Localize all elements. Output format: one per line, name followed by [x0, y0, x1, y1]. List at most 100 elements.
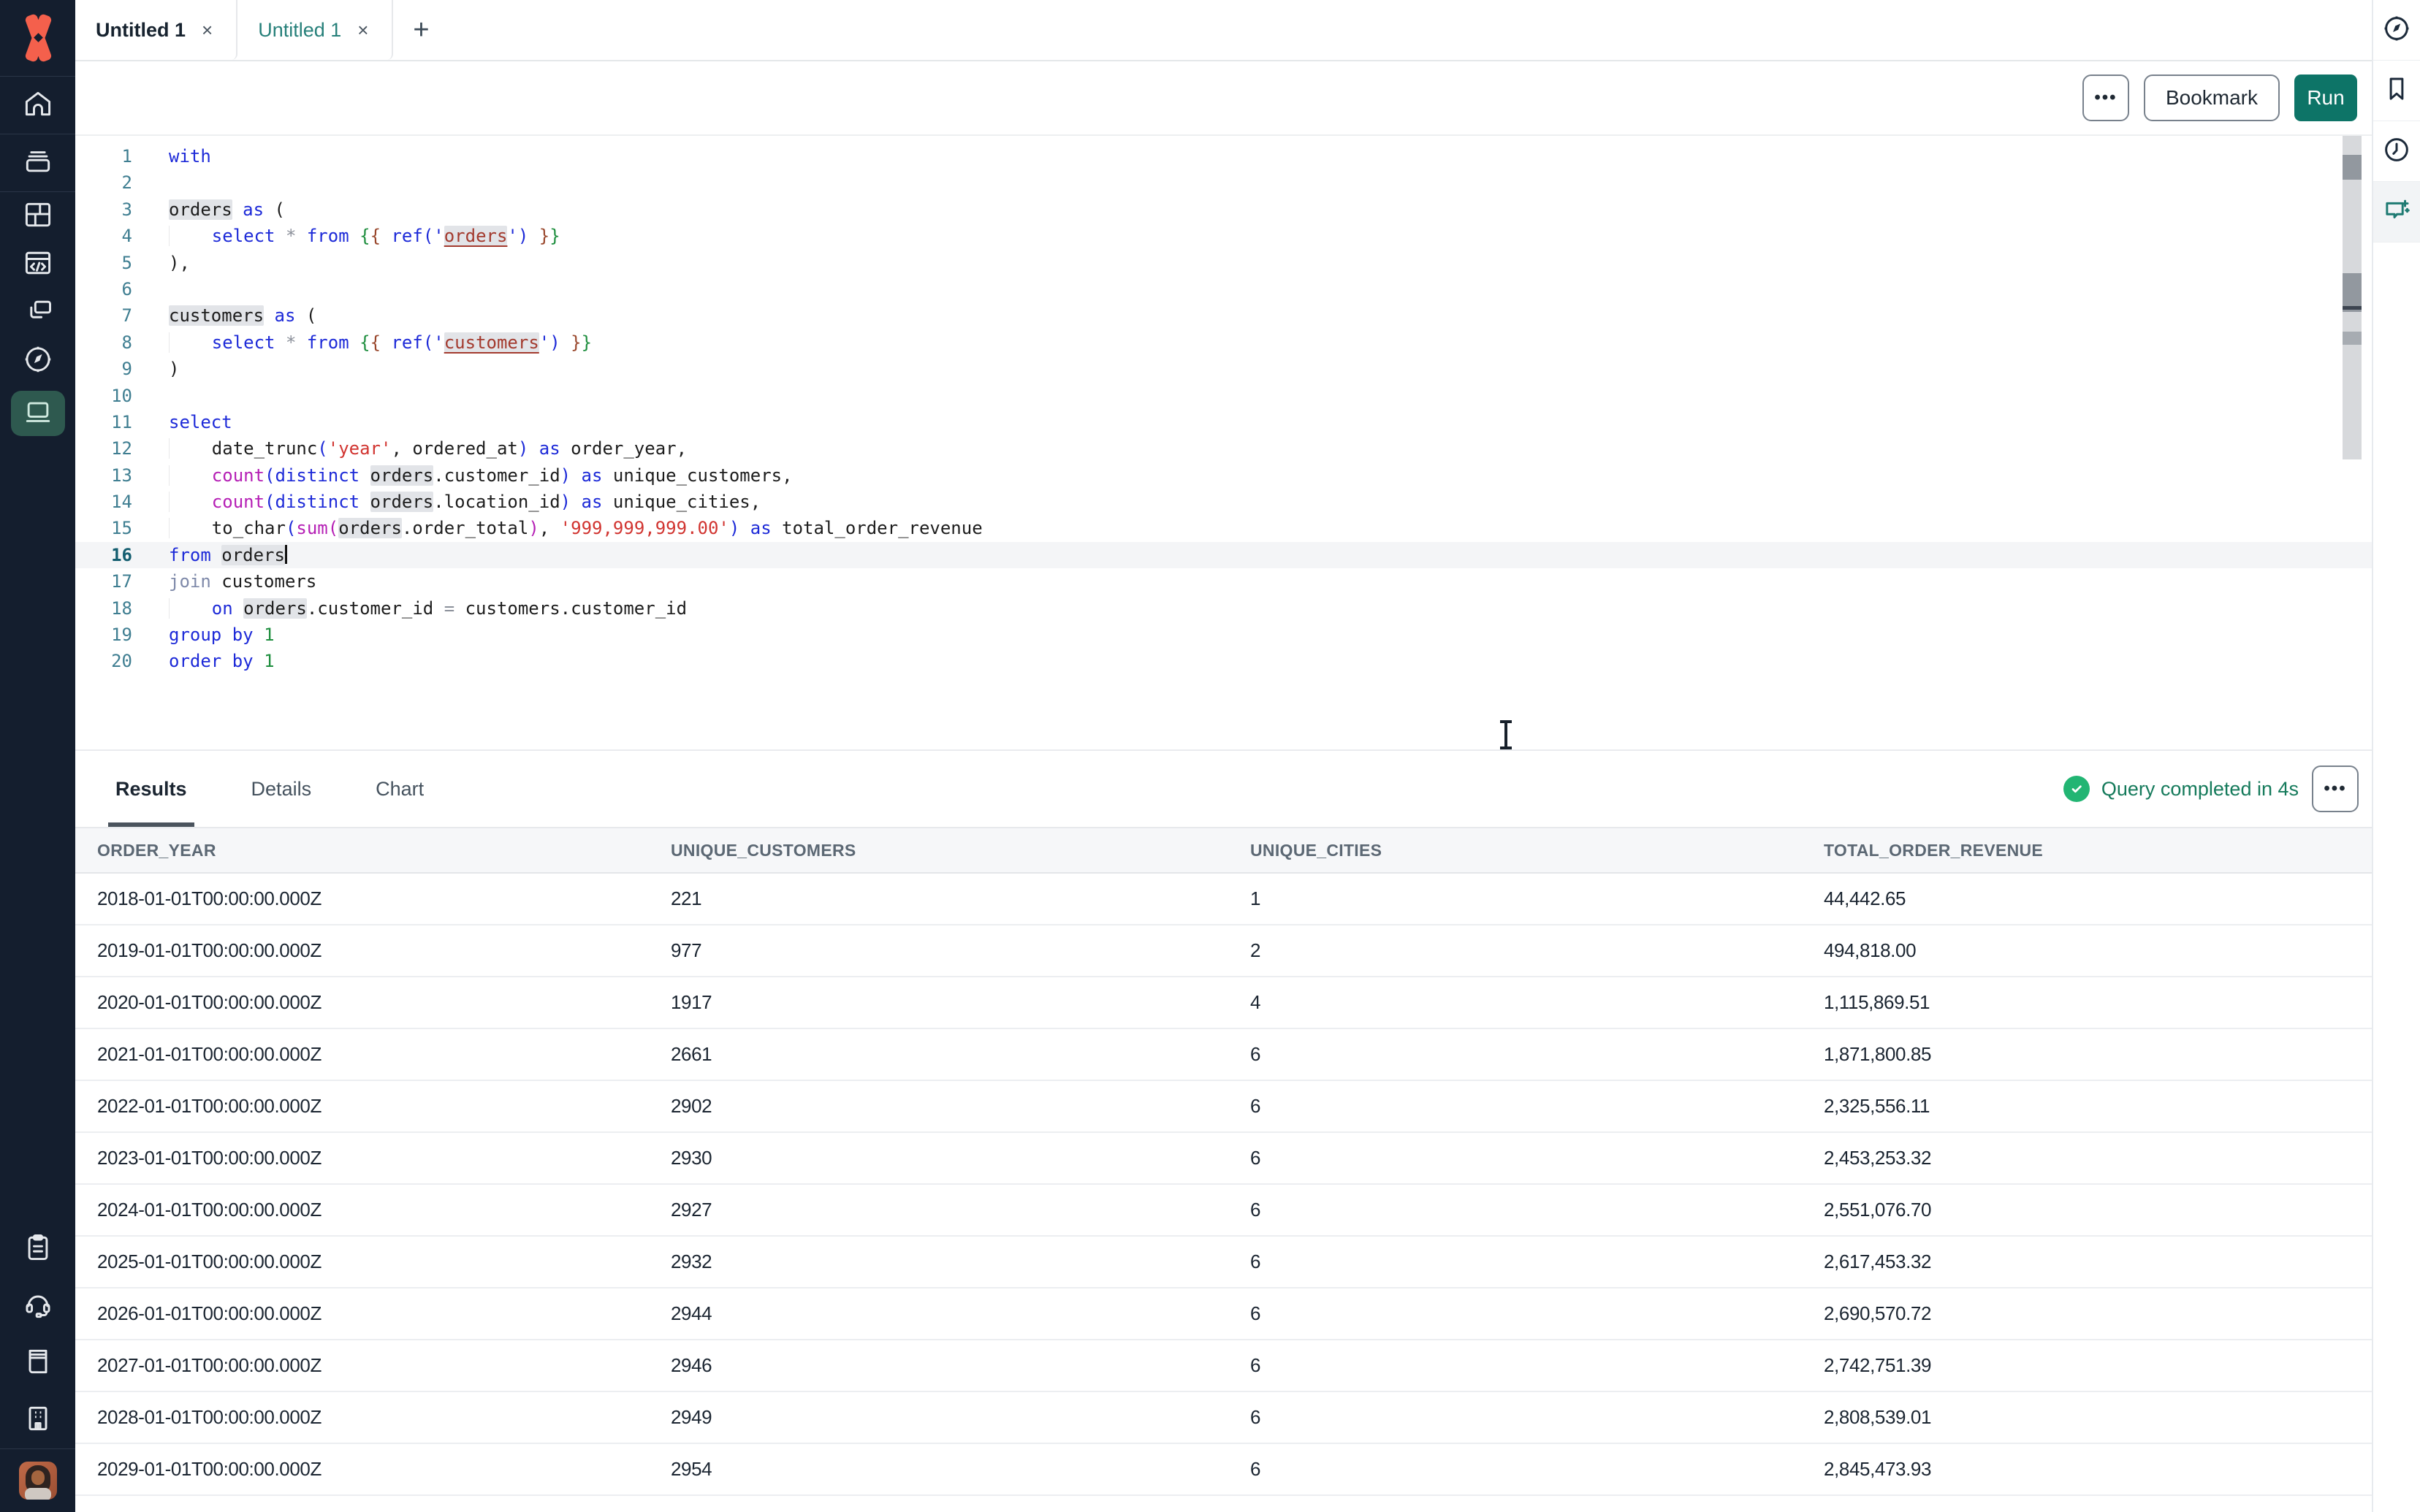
hex-logo[interactable] — [0, 0, 75, 76]
sql-editor[interactable]: 1with23orders as (4 select * from {{ ref… — [75, 136, 2373, 749]
table-cell[interactable]: 2,808,539.01 — [1802, 1391, 2372, 1443]
code-line[interactable]: 19group by 1 — [75, 622, 2373, 648]
code-line[interactable]: 3orders as ( — [75, 196, 2373, 223]
table-row[interactable]: 2030-01-01T00:00:00.000Z287961,841,049.3… — [75, 1495, 2372, 1512]
table-cell[interactable]: 1,115,869.51 — [1802, 977, 2372, 1028]
table-row[interactable]: 2020-01-01T00:00:00.000Z191741,115,869.5… — [75, 977, 2372, 1028]
sidebar-item-data[interactable] — [0, 134, 75, 191]
table-cell[interactable]: 2949 — [649, 1391, 1228, 1443]
code-area[interactable]: 1with23orders as (4 select * from {{ ref… — [75, 143, 2373, 675]
table-cell[interactable]: 6 — [1228, 1288, 1802, 1340]
rail-item-explore[interactable] — [2373, 0, 2420, 61]
table-cell[interactable]: 2018-01-01T00:00:00.000Z — [75, 873, 649, 925]
code-line[interactable]: 15 to_char(sum(orders.order_total), '999… — [75, 515, 2373, 541]
table-cell[interactable]: 2024-01-01T00:00:00.000Z — [75, 1184, 649, 1236]
table-cell[interactable]: 2028-01-01T00:00:00.000Z — [75, 1391, 649, 1443]
table-cell[interactable]: 2027-01-01T00:00:00.000Z — [75, 1340, 649, 1391]
table-cell[interactable]: 2,453,253.32 — [1802, 1132, 2372, 1184]
table-cell[interactable]: 6 — [1228, 1443, 1802, 1495]
table-row[interactable]: 2021-01-01T00:00:00.000Z266161,871,800.8… — [75, 1028, 2372, 1080]
table-cell[interactable]: 44,442.65 — [1802, 873, 2372, 925]
code-line[interactable]: 10 — [75, 383, 2373, 409]
column-header[interactable]: TOTAL_ORDER_REVENUE — [1802, 828, 2372, 873]
sidebar-item-docs[interactable] — [0, 1335, 75, 1391]
table-row[interactable]: 2027-01-01T00:00:00.000Z294662,742,751.3… — [75, 1340, 2372, 1391]
sidebar-item-explore[interactable] — [0, 337, 75, 385]
column-header[interactable]: UNIQUE_CUSTOMERS — [649, 828, 1228, 873]
table-row[interactable]: 2019-01-01T00:00:00.000Z9772494,818.00 — [75, 925, 2372, 977]
table-cell[interactable]: 6 — [1228, 1184, 1802, 1236]
table-cell[interactable]: 221 — [649, 873, 1228, 925]
table-row[interactable]: 2023-01-01T00:00:00.000Z293062,453,253.3… — [75, 1132, 2372, 1184]
table-cell[interactable]: 2946 — [649, 1340, 1228, 1391]
table-cell[interactable]: 2,325,556.11 — [1802, 1080, 2372, 1132]
sidebar-item-support[interactable] — [0, 1278, 75, 1335]
table-row[interactable]: 2018-01-01T00:00:00.000Z221144,442.65 — [75, 873, 2372, 925]
table-cell[interactable]: 2879 — [649, 1495, 1228, 1512]
table-cell[interactable]: 6 — [1228, 1236, 1802, 1288]
table-cell[interactable]: 6 — [1228, 1340, 1802, 1391]
table-cell[interactable]: 6 — [1228, 1132, 1802, 1184]
code-line[interactable]: 5), — [75, 250, 2373, 276]
table-cell[interactable]: 2661 — [649, 1028, 1228, 1080]
table-cell[interactable]: 2025-01-01T00:00:00.000Z — [75, 1236, 649, 1288]
close-icon[interactable]: × — [354, 18, 371, 43]
code-line[interactable]: 1with — [75, 143, 2373, 169]
tab-details[interactable]: Details — [251, 751, 312, 827]
code-line[interactable]: 2 — [75, 169, 2373, 196]
table-row[interactable]: 2029-01-01T00:00:00.000Z295462,845,473.9… — [75, 1443, 2372, 1495]
table-cell[interactable]: 2954 — [649, 1443, 1228, 1495]
table-cell[interactable]: 4 — [1228, 977, 1802, 1028]
tab-chart[interactable]: Chart — [376, 751, 424, 827]
sidebar-item-code-apps[interactable] — [0, 240, 75, 289]
run-button[interactable]: Run — [2294, 75, 2357, 121]
code-line[interactable]: 13 count(distinct orders.customer_id) as… — [75, 462, 2373, 489]
table-cell[interactable]: 2,617,453.32 — [1802, 1236, 2372, 1288]
tab-untitled-2[interactable]: Untitled 1 × — [237, 0, 393, 60]
table-row[interactable]: 2026-01-01T00:00:00.000Z294462,690,570.7… — [75, 1288, 2372, 1340]
table-row[interactable]: 2025-01-01T00:00:00.000Z293262,617,453.3… — [75, 1236, 2372, 1288]
rail-item-ai-assistant[interactable] — [2373, 182, 2420, 243]
table-cell[interactable]: 2930 — [649, 1132, 1228, 1184]
rail-item-history[interactable] — [2373, 121, 2420, 182]
code-line[interactable]: 9) — [75, 356, 2373, 382]
tab-results[interactable]: Results — [115, 751, 187, 827]
table-cell[interactable]: 2,742,751.39 — [1802, 1340, 2372, 1391]
table-cell[interactable]: 2944 — [649, 1288, 1228, 1340]
table-cell[interactable]: 2026-01-01T00:00:00.000Z — [75, 1288, 649, 1340]
sidebar-item-projects[interactable] — [0, 192, 75, 240]
sidebar-item-components[interactable] — [0, 289, 75, 337]
table-cell[interactable]: 6 — [1228, 1391, 1802, 1443]
table-cell[interactable]: 2,690,570.72 — [1802, 1288, 2372, 1340]
rail-item-bookmarks[interactable] — [2373, 61, 2420, 121]
table-cell[interactable]: 2022-01-01T00:00:00.000Z — [75, 1080, 649, 1132]
table-cell[interactable]: 6 — [1228, 1080, 1802, 1132]
table-cell[interactable]: 2021-01-01T00:00:00.000Z — [75, 1028, 649, 1080]
table-cell[interactable]: 2029-01-01T00:00:00.000Z — [75, 1443, 649, 1495]
table-cell[interactable]: 2,845,473.93 — [1802, 1443, 2372, 1495]
code-line[interactable]: 6 — [75, 276, 2373, 302]
scrollbar-thumb[interactable] — [2343, 332, 2362, 345]
code-line[interactable]: 12 date_trunc('year', ordered_at) as ord… — [75, 435, 2373, 462]
table-cell[interactable]: 1 — [1228, 873, 1802, 925]
code-line[interactable]: 8 select * from {{ ref('customers') }} — [75, 329, 2373, 356]
table-row[interactable]: 2028-01-01T00:00:00.000Z294962,808,539.0… — [75, 1391, 2372, 1443]
new-tab-button[interactable]: + — [393, 0, 449, 60]
table-cell[interactable]: 2023-01-01T00:00:00.000Z — [75, 1132, 649, 1184]
table-cell[interactable]: 2927 — [649, 1184, 1228, 1236]
code-line[interactable]: 16from orders — [75, 542, 2373, 568]
table-row[interactable]: 2024-01-01T00:00:00.000Z292762,551,076.7… — [75, 1184, 2372, 1236]
table-cell[interactable]: 977 — [649, 925, 1228, 977]
sidebar-item-notebook-active[interactable] — [0, 385, 75, 442]
sidebar-item-home[interactable] — [0, 77, 75, 134]
bookmark-button[interactable]: Bookmark — [2144, 75, 2280, 121]
table-cell[interactable]: 6 — [1228, 1028, 1802, 1080]
sidebar-item-org[interactable] — [0, 1391, 75, 1448]
table-cell[interactable]: 6 — [1228, 1495, 1802, 1512]
results-more-button[interactable]: ••• — [2312, 765, 2359, 812]
editor-scrollbar[interactable] — [2343, 136, 2362, 459]
table-cell[interactable]: 1,871,800.85 — [1802, 1028, 2372, 1080]
table-cell[interactable]: 2030-01-01T00:00:00.000Z — [75, 1495, 649, 1512]
table-cell[interactable]: 2932 — [649, 1236, 1228, 1288]
scrollbar-thumb[interactable] — [2343, 155, 2362, 180]
